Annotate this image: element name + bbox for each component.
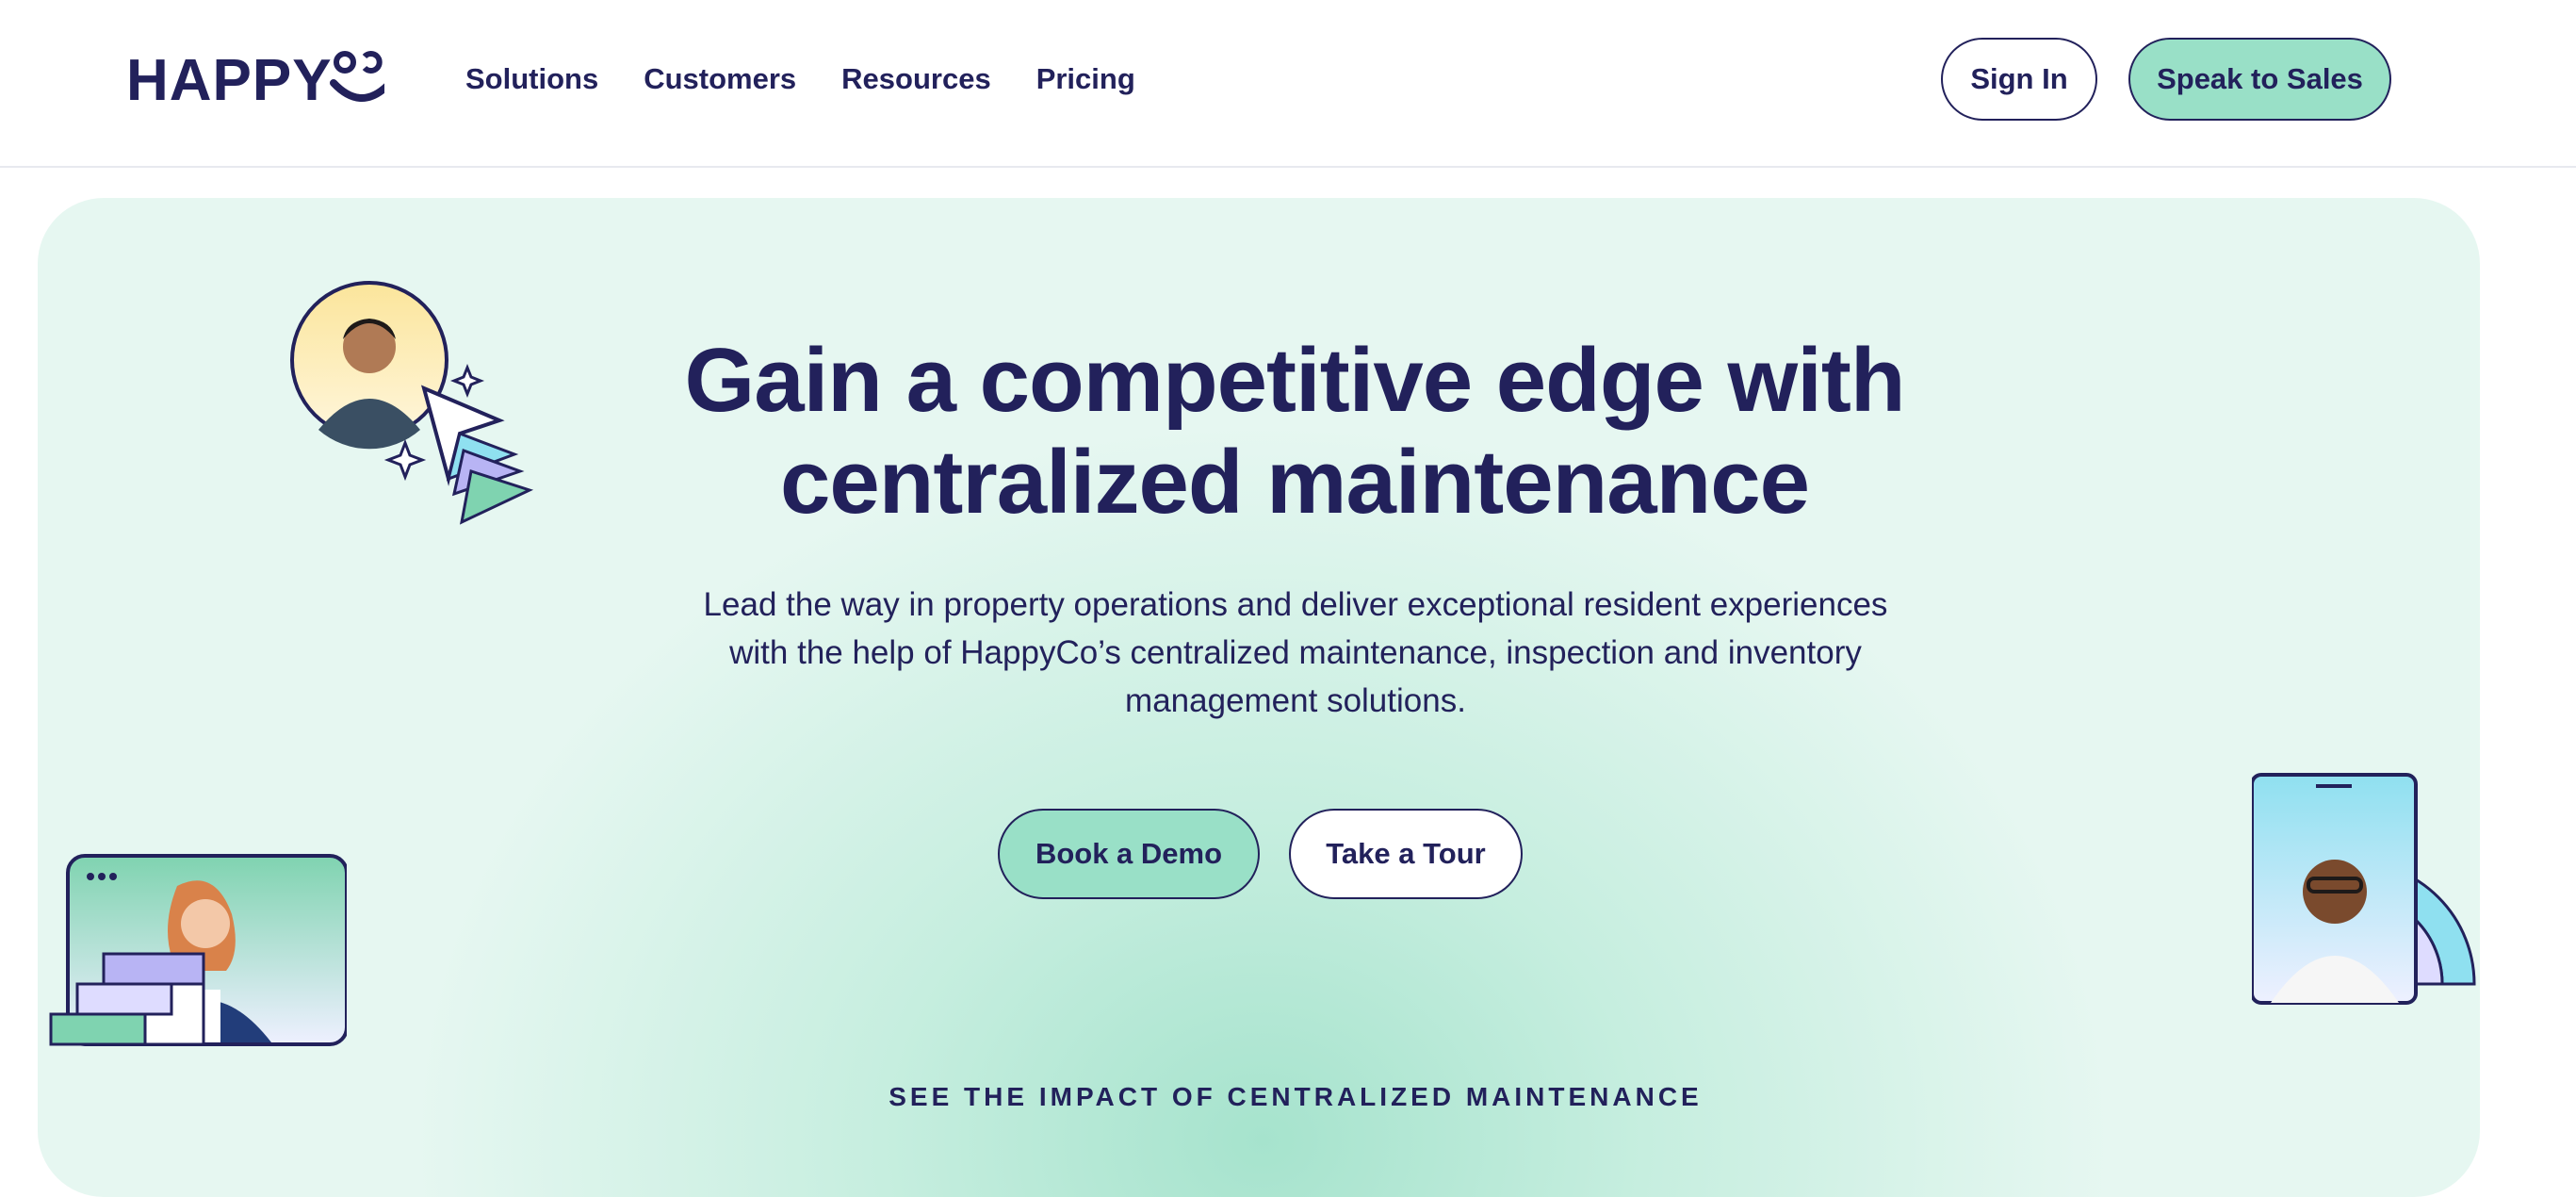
avatar-cursor-illustration [290,281,534,525]
sign-in-button[interactable]: Sign In [1941,38,2097,121]
speak-to-sales-button[interactable]: Speak to Sales [2128,38,2391,121]
hero-subtitle: Lead the way in property operations and … [703,586,1888,719]
man-phone-illustration [2252,773,2476,1005]
take-tour-button[interactable]: Take a Tour [1289,809,1523,899]
nav-pricing[interactable]: Pricing [1036,57,1135,102]
hero-section: Gain a competitive edge with centralized… [38,198,2480,1197]
svg-text:HAPPY: HAPPY [126,49,333,107]
nav-customers[interactable]: Customers [644,57,796,102]
main-nav: Solutions Customers Resources Pricing [465,57,1135,102]
book-demo-button[interactable]: Book a Demo [998,809,1260,899]
impact-kicker: SEE THE IMPACT OF CENTRALIZED MAINTENANC… [889,1082,1703,1111]
hero-title: Gain a competitive edge with centralized… [684,330,1906,533]
top-navbar: HAPPY Solutions Customers Resources Pric… [0,0,2576,168]
happyco-logo[interactable]: HAPPY [126,49,384,107]
logo-mark: HAPPY [126,49,384,107]
nav-resources[interactable]: Resources [841,57,991,102]
nav-solutions[interactable]: Solutions [465,57,598,102]
woman-phone-illustration [49,854,347,1046]
